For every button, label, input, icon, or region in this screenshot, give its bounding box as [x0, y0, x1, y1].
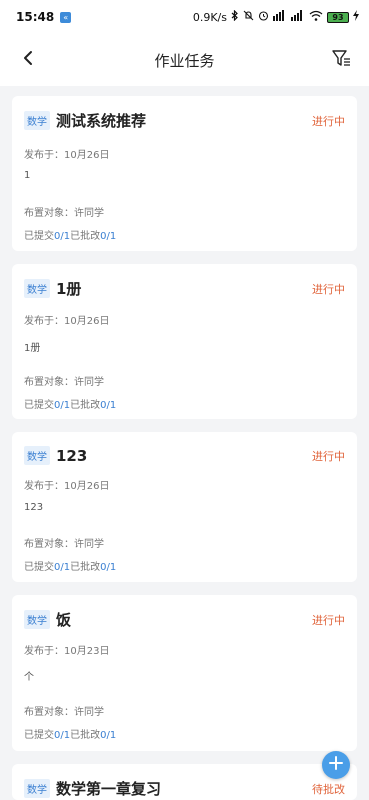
publish-date: 发布于：10月23日 — [24, 646, 110, 657]
submission-stats: 已提交0/1已批改0/1 — [24, 231, 117, 242]
status-time: 15:48 — [16, 10, 55, 24]
assignment-target: 布置对象：许同学 — [24, 208, 104, 219]
plus-icon — [328, 755, 344, 775]
bluetooth-icon — [231, 9, 239, 24]
card-title: 数学第一章复习 — [56, 780, 162, 798]
homework-card[interactable]: 数学 饭 进行中 发布于：10月23日 个 布置对象：许同学 已提交0/1已批改… — [12, 595, 357, 751]
app-notification-icon: « — [60, 11, 72, 23]
status-badge: 待批改 — [312, 782, 345, 796]
add-homework-button[interactable] — [322, 751, 350, 779]
subject-tag: 数学 — [24, 779, 50, 798]
card-content: 1册 — [24, 343, 41, 354]
assignment-target: 布置对象：许同学 — [24, 539, 104, 550]
homework-card[interactable]: 数学 测试系统推荐 进行中 发布于：10月26日 1 布置对象：许同学 已提交0… — [12, 96, 357, 251]
app-header: 作业任务 — [0, 34, 369, 86]
signal-icon — [291, 10, 305, 24]
card-content: 123 — [24, 502, 44, 513]
mute-icon — [243, 10, 254, 24]
card-title: 1册 — [56, 280, 82, 298]
subject-tag: 数学 — [24, 111, 50, 130]
back-button[interactable] — [14, 46, 42, 74]
publish-date: 发布于：10月26日 — [24, 481, 110, 492]
homework-card[interactable]: 数学 数学第一章复习 待批改 — [12, 764, 357, 800]
submission-stats: 已提交0/1已批改0/1 — [24, 400, 117, 411]
status-badge: 进行中 — [312, 613, 345, 627]
subject-tag: 数学 — [24, 446, 50, 465]
submission-stats: 已提交0/1已批改0/1 — [24, 730, 117, 741]
status-badge: 进行中 — [312, 282, 345, 296]
alarm-icon — [258, 10, 269, 24]
status-badge: 进行中 — [312, 114, 345, 128]
subject-tag: 数学 — [24, 610, 50, 629]
network-speed: 0.9K/s — [192, 10, 227, 24]
wifi-icon — [309, 10, 323, 24]
homework-card[interactable]: 数学 1册 进行中 发布于：10月26日 1册 布置对象：许同学 已提交0/1已… — [12, 264, 357, 419]
assignment-target: 布置对象：许同学 — [24, 377, 104, 388]
card-title: 123 — [56, 446, 88, 465]
chevron-left-icon — [22, 50, 34, 70]
publish-date: 发布于：10月26日 — [24, 316, 110, 327]
status-badge: 进行中 — [312, 449, 345, 463]
card-title: 饭 — [56, 611, 72, 629]
card-title: 测试系统推荐 — [56, 112, 147, 130]
card-content: 1 — [24, 170, 31, 181]
status-bar: 15:48 « 0.9K/s 93 — [0, 0, 369, 34]
submission-stats: 已提交0/1已批改0/1 — [24, 562, 117, 573]
volte-icon — [273, 10, 287, 24]
page-title: 作业任务 — [154, 51, 215, 70]
assignment-target: 布置对象：许同学 — [24, 707, 104, 718]
charging-icon — [353, 10, 359, 24]
homework-card[interactable]: 数学 123 进行中 发布于：10月26日 123 布置对象：许同学 已提交0/… — [12, 432, 357, 582]
status-indicators: 0.9K/s 93 — [192, 9, 359, 24]
publish-date: 发布于：10月26日 — [24, 150, 110, 161]
card-content: 个 — [24, 672, 34, 683]
filter-list-icon — [331, 48, 351, 72]
filter-button[interactable] — [327, 46, 355, 74]
battery-icon: 93 — [327, 11, 349, 23]
subject-tag: 数学 — [24, 279, 50, 298]
